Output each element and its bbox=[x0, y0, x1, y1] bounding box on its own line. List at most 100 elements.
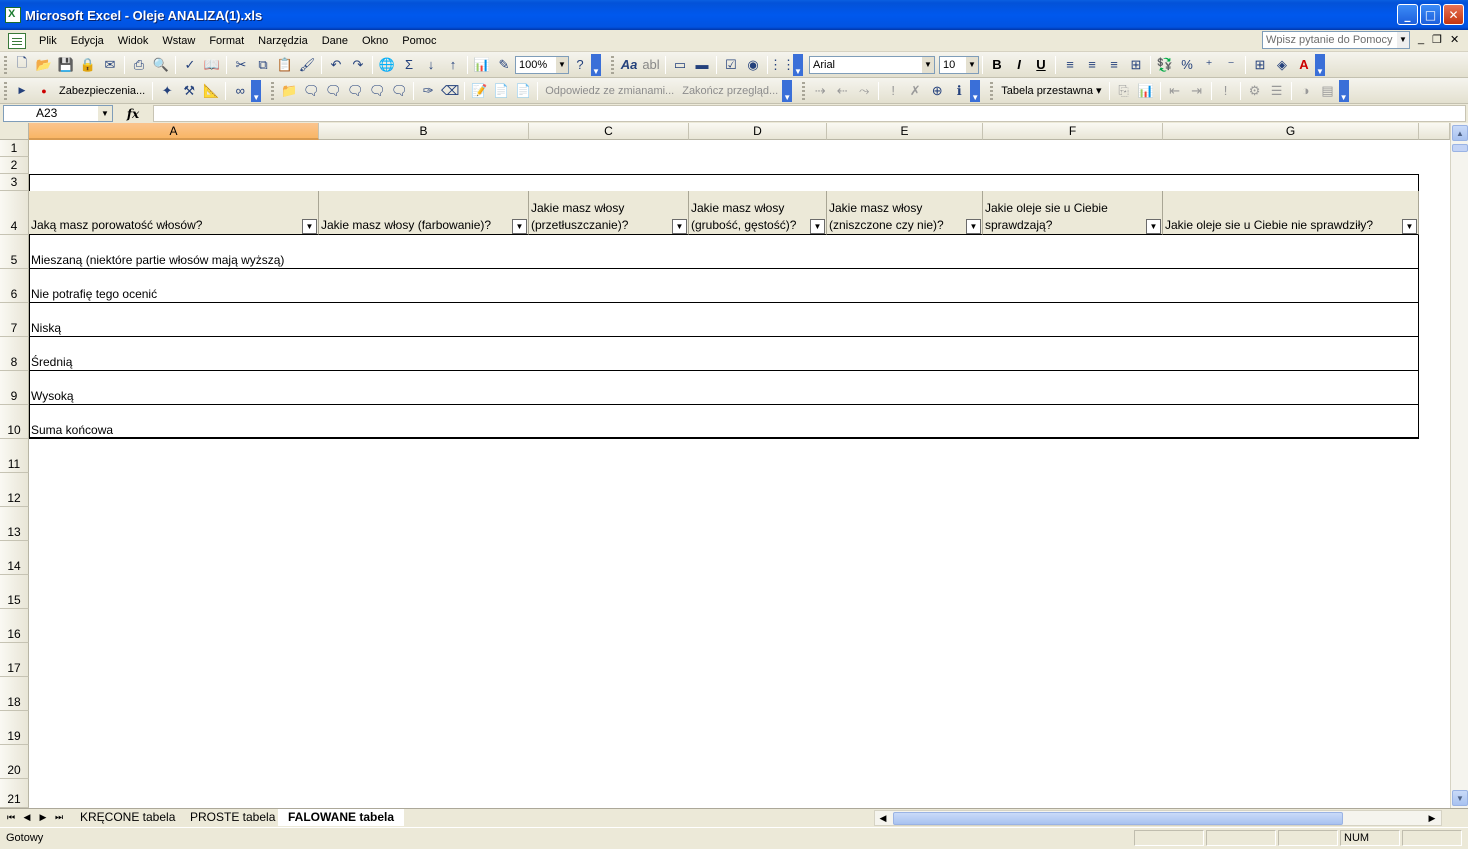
increase-decimal-icon[interactable]: ⁺ bbox=[1198, 54, 1220, 76]
row-header-18[interactable]: 18 bbox=[0, 677, 29, 711]
row-header-16[interactable]: 16 bbox=[0, 609, 29, 643]
paste-icon[interactable]: 📋 bbox=[274, 54, 296, 76]
row-header-8[interactable]: 8 bbox=[0, 337, 29, 371]
play-icon[interactable]: ▶ bbox=[11, 80, 33, 102]
pivot-header-grubosc[interactable]: Jakie masz włosy (grubość, gęstość)? ▼ bbox=[689, 191, 827, 235]
doc-minimize-icon[interactable]: _ bbox=[1418, 33, 1424, 45]
pivot-row-srednia[interactable]: Średnią bbox=[29, 337, 1419, 371]
font-color-icon[interactable]: A bbox=[1293, 54, 1315, 76]
borders-icon[interactable]: ⊞ bbox=[1249, 54, 1271, 76]
clear-arrows-icon[interactable]: ✗ bbox=[904, 80, 926, 102]
text-box-icon[interactable]: abl bbox=[640, 54, 662, 76]
vertical-scroll-thumb[interactable] bbox=[1452, 144, 1468, 152]
pivot-header-sprawdzaja[interactable]: Jakie oleje sie u Ciebie sprawdzają? ▼ bbox=[983, 191, 1163, 235]
font-name-select[interactable]: Arial ▼ bbox=[809, 55, 935, 74]
row-header-5[interactable]: 5 bbox=[0, 235, 29, 269]
menu-narzedzia[interactable]: Narzędzia bbox=[251, 32, 315, 50]
row-header-12[interactable]: 12 bbox=[0, 473, 29, 507]
pivot-row-mieszana[interactable]: Mieszaną (niektóre partie włosów mają wy… bbox=[29, 235, 1419, 269]
permission-icon[interactable]: 🔒 bbox=[77, 54, 99, 76]
menu-pomoc[interactable]: Pomoc bbox=[395, 32, 443, 50]
spelling-icon[interactable]: ✓ bbox=[179, 54, 201, 76]
row-header-7[interactable]: 7 bbox=[0, 303, 29, 337]
row-header-11[interactable]: 11 bbox=[0, 439, 29, 473]
decrease-decimal-icon[interactable]: ⁻ bbox=[1220, 54, 1242, 76]
scroll-left-icon[interactable]: ◀ bbox=[876, 811, 890, 825]
chevron-down-icon[interactable]: ▼ bbox=[1397, 32, 1409, 48]
tools-icon[interactable]: ⚒ bbox=[178, 80, 200, 102]
visual-basic-icon[interactable]: ✦ bbox=[156, 80, 178, 102]
toolbar-options-icon[interactable]: ▼ bbox=[793, 53, 803, 76]
print-icon[interactable]: ⎙ bbox=[128, 54, 150, 76]
excel-app-icon[interactable] bbox=[5, 7, 21, 23]
comment-next-icon[interactable]: 🗨 bbox=[344, 80, 366, 102]
doc-close-icon[interactable]: ✕ bbox=[1450, 33, 1459, 46]
filter-dropdown-icon[interactable]: ▼ bbox=[810, 219, 825, 234]
scroll-down-icon[interactable]: ▼ bbox=[1452, 790, 1468, 806]
record-icon[interactable]: ● bbox=[33, 80, 55, 102]
align-right-icon[interactable]: ≡ bbox=[1103, 54, 1125, 76]
comment-icon[interactable]: 🗨 bbox=[300, 80, 322, 102]
align-center-icon[interactable]: ≡ bbox=[1081, 54, 1103, 76]
end-review-button[interactable]: Zakończ przegląd... bbox=[678, 85, 782, 97]
circle-invalid-icon[interactable]: ⊕ bbox=[926, 80, 948, 102]
drawing-icon[interactable]: ✎ bbox=[493, 54, 515, 76]
folder-icon[interactable]: 📁 bbox=[278, 80, 300, 102]
chevron-down-icon[interactable]: ▼ bbox=[922, 56, 934, 73]
row-header-17[interactable]: 17 bbox=[0, 643, 29, 677]
always-display-icon[interactable]: ▤ bbox=[1317, 80, 1339, 102]
help-icon[interactable]: ? bbox=[569, 54, 591, 76]
autosum-icon[interactable]: Σ bbox=[398, 54, 420, 76]
hyperlink-icon[interactable]: 🌐 bbox=[376, 54, 398, 76]
font-size-select[interactable]: 10 ▼ bbox=[939, 55, 979, 74]
scroll-up-icon[interactable]: ▲ bbox=[1452, 125, 1468, 141]
column-header-h[interactable] bbox=[1419, 123, 1450, 140]
row-header-4[interactable]: 4 bbox=[0, 191, 29, 235]
sheet-tab-proste[interactable]: PROSTE tabela bbox=[180, 809, 285, 826]
grid-icon[interactable]: ⋮⋮ bbox=[769, 54, 795, 76]
column-header-f[interactable]: F bbox=[983, 123, 1163, 140]
column-header-b[interactable]: B bbox=[319, 123, 529, 140]
delete-comment-icon[interactable]: 🗨 bbox=[388, 80, 410, 102]
doc-restore-icon[interactable]: ❐ bbox=[1432, 33, 1442, 46]
chevron-down-icon[interactable]: ▼ bbox=[966, 56, 978, 73]
email-icon[interactable]: ✉ bbox=[99, 54, 121, 76]
vertical-scrollbar[interactable]: ▲ ▼ bbox=[1450, 123, 1468, 808]
menu-plik[interactable]: Plik bbox=[32, 32, 64, 50]
zoom-select[interactable]: 100% ▼ bbox=[515, 55, 569, 74]
column-header-e[interactable]: E bbox=[827, 123, 983, 140]
column-header-g[interactable]: G bbox=[1163, 123, 1419, 140]
design-mode-icon[interactable]: 📐 bbox=[200, 80, 222, 102]
scroll-right-icon[interactable]: ▶ bbox=[1425, 811, 1439, 825]
column-header-c[interactable]: C bbox=[529, 123, 689, 140]
horizontal-scrollbar[interactable]: ◀ ▶ bbox=[874, 810, 1442, 826]
save-icon[interactable]: 💾 bbox=[55, 54, 77, 76]
formula-input[interactable] bbox=[153, 105, 1466, 122]
workbook-icon[interactable] bbox=[8, 32, 26, 49]
filter-dropdown-icon[interactable]: ▼ bbox=[672, 219, 687, 234]
toolbar-grip[interactable] bbox=[4, 55, 7, 74]
open-folder-icon[interactable]: 📂 bbox=[33, 54, 55, 76]
security-button[interactable]: Zabezpieczenia... bbox=[55, 85, 149, 97]
remove-arrows-icon[interactable]: ⤳ bbox=[853, 80, 875, 102]
pivot-header-zniszczone[interactable]: Jakie masz włosy (zniszczone czy nie)? ▼ bbox=[827, 191, 983, 235]
comment-prev-icon[interactable]: 🗨 bbox=[322, 80, 344, 102]
chevron-down-icon[interactable]: ▼ bbox=[98, 106, 112, 121]
menu-dane[interactable]: Dane bbox=[315, 32, 355, 50]
next-sheet-icon[interactable]: ▶ bbox=[36, 810, 50, 824]
copy-icon[interactable]: ⧉ bbox=[252, 54, 274, 76]
filter-dropdown-icon[interactable]: ▼ bbox=[966, 219, 981, 234]
trace-precedents-icon[interactable]: ⇢ bbox=[809, 80, 831, 102]
pivot-row-wysoka[interactable]: Wysoką bbox=[29, 371, 1419, 405]
sheet-tab-krecone[interactable]: KRĘCONE tabela bbox=[70, 809, 185, 826]
row-header-20[interactable]: 20 bbox=[0, 745, 29, 779]
menu-widok[interactable]: Widok bbox=[111, 32, 156, 50]
maximize-button[interactable]: □ bbox=[1420, 4, 1441, 25]
reject-changes-icon[interactable]: 📄 bbox=[512, 80, 534, 102]
option-button-icon[interactable]: ◉ bbox=[742, 54, 764, 76]
row-header-19[interactable]: 19 bbox=[0, 711, 29, 745]
name-box[interactable]: A23 ▼ bbox=[3, 105, 113, 122]
label-icon[interactable]: ▭ bbox=[669, 54, 691, 76]
include-hidden-icon[interactable]: ◑ bbox=[1295, 80, 1317, 102]
cut-icon[interactable]: ✂ bbox=[230, 54, 252, 76]
